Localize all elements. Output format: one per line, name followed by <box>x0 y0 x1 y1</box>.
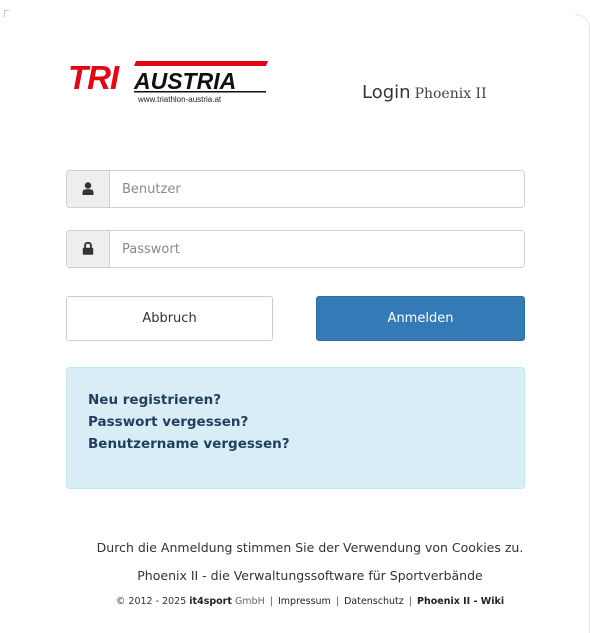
password-group <box>66 230 525 268</box>
datenschutz-link[interactable]: Datenschutz <box>344 596 404 607</box>
footer-links: © 2012 - 2025 it4sport GmbH | Impressum … <box>0 596 590 607</box>
impressum-link[interactable]: Impressum <box>278 596 331 607</box>
corner-mark <box>4 10 9 17</box>
lock-icon <box>82 240 94 259</box>
logo-tri-text: TRI <box>68 59 120 96</box>
username-addon <box>67 171 110 207</box>
register-link[interactable]: Neu registrieren? <box>88 389 524 411</box>
login-page: TRI AUSTRIA www.triathlon-austria.at Log… <box>0 0 590 633</box>
login-subtitle: Phoenix II <box>414 86 487 102</box>
cookie-notice: Durch die Anmeldung stimmen Sie der Verw… <box>96 540 524 555</box>
wiki-link[interactable]: Phoenix II - Wiki <box>417 596 504 607</box>
company-name: it4sport <box>189 596 232 607</box>
login-title: Login Phoenix II <box>362 82 487 103</box>
separator: | <box>408 596 412 607</box>
company-link[interactable]: it4sport GmbH <box>189 596 264 607</box>
company-suffix: GmbH <box>234 596 265 607</box>
separator: | <box>269 596 273 607</box>
separator: | <box>335 596 340 607</box>
cancel-button[interactable]: Abbruch <box>66 296 273 341</box>
forgot-password-link[interactable]: Passwort vergessen? <box>88 411 524 433</box>
logo-austria-text: AUSTRIA <box>133 68 236 94</box>
login-button[interactable]: Anmelden <box>316 296 525 341</box>
copyright-text: © 2012 - 2025 <box>115 596 187 607</box>
forgot-username-link[interactable]: Benutzername vergessen? <box>88 433 524 455</box>
footer-tagline: Phoenix II - die Verwaltungssoftware für… <box>137 568 483 583</box>
password-addon <box>67 231 110 267</box>
logo-url: www.triathlon-austria.at <box>138 95 222 104</box>
login-heading: Login <box>362 82 411 103</box>
user-icon <box>82 180 94 199</box>
password-input[interactable] <box>110 231 524 267</box>
username-input[interactable] <box>110 171 524 207</box>
tri-austria-logo: TRI AUSTRIA www.triathlon-austria.at <box>68 58 268 108</box>
help-links-box: Neu registrieren? Passwort vergessen? Be… <box>66 367 525 489</box>
username-group <box>66 170 525 208</box>
